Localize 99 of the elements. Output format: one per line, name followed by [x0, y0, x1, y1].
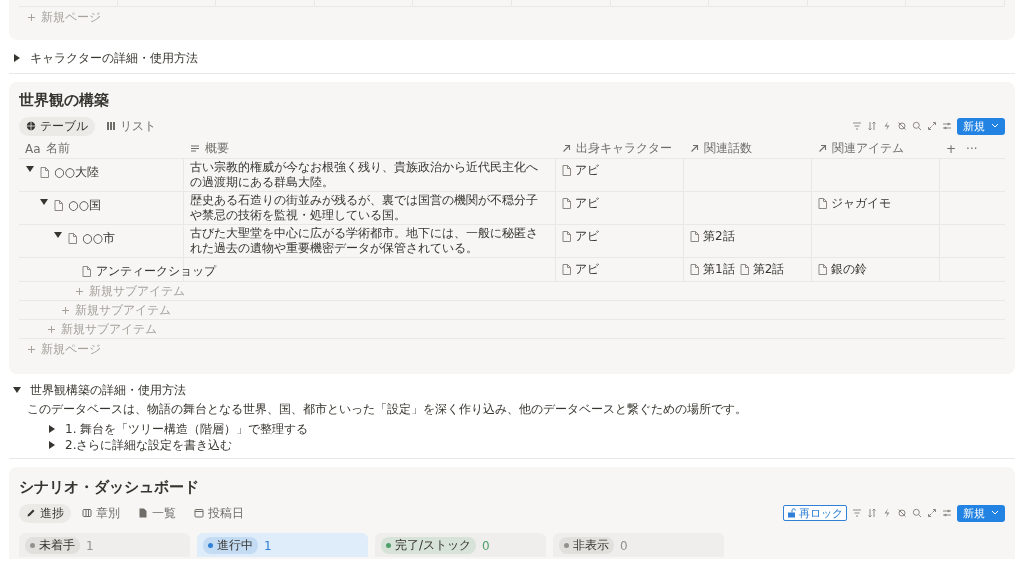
toggle-icon[interactable]: [47, 424, 57, 434]
status-tag[interactable]: 非表示: [559, 537, 614, 554]
page-icon: [68, 233, 77, 244]
count-label: 1: [264, 538, 272, 553]
count-label: 0: [620, 538, 628, 553]
document-icon: [138, 508, 148, 518]
character-link[interactable]: アビ: [562, 193, 599, 212]
page-icon: [690, 264, 699, 275]
columns-icon: [82, 508, 92, 518]
episode-link[interactable]: 第2話: [690, 226, 735, 245]
chevron-down-icon: [991, 510, 999, 516]
plus-icon: [27, 345, 36, 354]
toggle-icon[interactable]: [53, 230, 63, 240]
page-title-link[interactable]: ○○大陸: [40, 164, 99, 181]
page-title-link[interactable]: ○○市: [68, 230, 115, 247]
toggle-icon[interactable]: [12, 53, 22, 63]
add-column-button[interactable]: +: [946, 141, 957, 156]
view-tab[interactable]: 一覧: [131, 503, 183, 523]
toggle-icon[interactable]: [47, 440, 57, 450]
filter-icon[interactable]: [852, 121, 862, 131]
page-icon: [562, 198, 571, 209]
search-icon[interactable]: [912, 508, 922, 518]
summary-text: 古い宗教的権威が今なお根強く残り、貴族政治から近代民主化への過渡期にある群島大陸。: [190, 160, 539, 190]
toggle-heading[interactable]: 2.さらに詳細な設定を書き込む: [65, 436, 233, 454]
page-title-link[interactable]: ○○国: [54, 197, 101, 214]
filter-icon[interactable]: [852, 508, 862, 518]
page-icon: [562, 165, 571, 176]
globe-icon: [26, 121, 36, 131]
episode-link[interactable]: 第2話: [739, 259, 785, 278]
sort-icon[interactable]: [867, 121, 877, 131]
sort-icon[interactable]: [867, 508, 877, 518]
arrow-icon: [562, 144, 571, 153]
toggle-icon[interactable]: [12, 385, 22, 395]
page-icon: [562, 264, 571, 275]
lines-icon: [190, 144, 200, 153]
character-link[interactable]: アビ: [562, 226, 599, 245]
view-tab[interactable]: 進捗: [19, 503, 71, 523]
toggle-icon[interactable]: [39, 197, 49, 207]
description-text: このデータベースは、物語の舞台となる世界、国、都市といった「設定」を深く作り込み、他のデータベースと繋ぐための場所です。: [27, 401, 748, 418]
new-button[interactable]: 新規: [957, 504, 1005, 522]
page-icon: [739, 264, 749, 275]
page-icon: [818, 264, 827, 275]
count-label: 0: [482, 538, 490, 553]
status-tag[interactable]: 未着手: [25, 537, 80, 554]
new-button[interactable]: 新規: [957, 117, 1005, 135]
item-link[interactable]: ジャガイモ: [818, 193, 891, 212]
column-header[interactable]: Aa 名前: [19, 140, 184, 157]
column-header[interactable]: 出身キャラクター: [556, 140, 684, 157]
toggle-heading[interactable]: 1. 舞台を「ツリー構造（階層）」で整理する: [65, 420, 309, 438]
character-link[interactable]: アビ: [562, 259, 599, 278]
view-tab[interactable]: 章別: [75, 503, 127, 523]
more-button[interactable]: ···: [966, 141, 978, 156]
chevron-down-icon: [991, 123, 999, 129]
column-header[interactable]: 関連アイテム: [812, 140, 940, 157]
toggle-heading[interactable]: 世界観構築の詳細・使用方法: [30, 381, 186, 399]
toggle-icon[interactable]: [25, 164, 35, 174]
episode-link[interactable]: 第1話: [690, 259, 735, 278]
page-icon: [82, 266, 91, 277]
summary-text: 歴史ある石造りの街並みが残るが、裏では国営の機関が不穏分子や禁忌の技術を監視・処理している国。: [190, 193, 539, 223]
status-tag[interactable]: 進行中: [203, 537, 258, 554]
view-tab[interactable]: 投稿日: [187, 503, 251, 523]
plus-icon: [61, 305, 70, 315]
arrow-icon: [818, 144, 827, 153]
expand-icon[interactable]: [927, 508, 937, 518]
item-link[interactable]: 銀の鈴: [818, 259, 867, 278]
plus-icon: [75, 286, 84, 296]
status-tag[interactable]: 完了/ストック: [381, 537, 477, 554]
padlock-icon: [787, 508, 796, 518]
page-icon: [40, 167, 49, 178]
column-header[interactable]: 関連話数: [684, 140, 812, 157]
character-link[interactable]: アビ: [562, 160, 599, 179]
summary-text: 古びた大聖堂を中心に広がる学術都市。地下には、一般に秘匿された過去の遺物や重要機密データが保管されている。: [190, 226, 539, 256]
database-title: 世界観の構築: [19, 91, 110, 110]
page-icon: [562, 231, 571, 242]
lightning-icon[interactable]: [882, 508, 892, 518]
sliders-icon[interactable]: [942, 121, 952, 131]
sliders-icon[interactable]: [942, 508, 952, 518]
database-title: シナリオ・ダッシュボード: [19, 478, 200, 497]
expand-icon[interactable]: [927, 121, 937, 131]
eye-off-icon[interactable]: [897, 508, 907, 518]
plus-icon: [27, 13, 36, 22]
view-tab[interactable]: リスト: [99, 116, 163, 136]
type-mark: Aa: [25, 141, 41, 156]
pen-icon: [26, 508, 36, 518]
view-tab[interactable]: テーブル: [19, 116, 95, 136]
page-icon: [818, 198, 827, 209]
count-label: 1: [86, 538, 94, 553]
page-title-link[interactable]: アンティークショップ: [82, 263, 216, 280]
toggle-heading[interactable]: キャラクターの詳細・使用方法: [30, 49, 198, 67]
search-icon[interactable]: [912, 121, 922, 131]
page-icon: [690, 231, 699, 242]
page-icon: [54, 200, 63, 211]
lightning-icon[interactable]: [882, 121, 892, 131]
calendar-icon: [194, 508, 204, 518]
arrow-icon: [690, 144, 699, 153]
relock-button[interactable]: 再ロック: [783, 505, 847, 521]
plus-icon: [47, 324, 56, 334]
column-header[interactable]: 概要: [184, 140, 556, 157]
eye-off-icon[interactable]: [897, 121, 907, 131]
